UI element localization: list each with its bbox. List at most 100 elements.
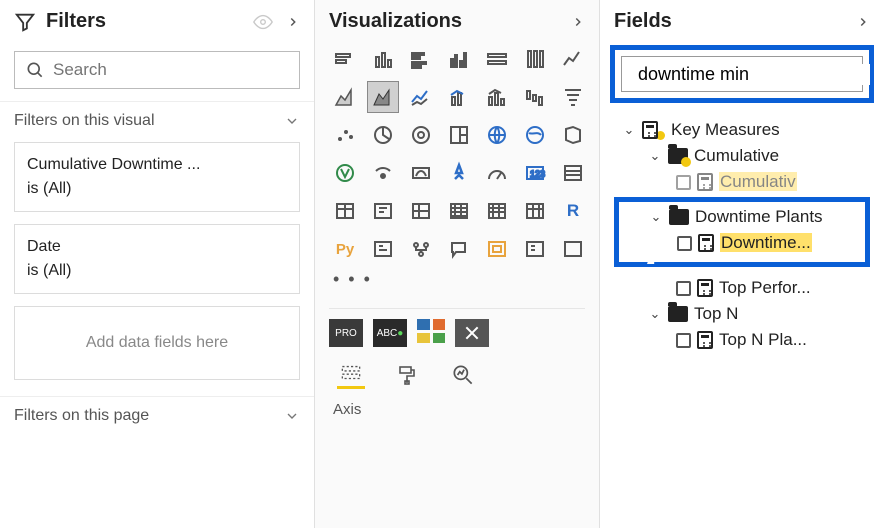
collapse-chevron-icon[interactable] — [286, 15, 300, 29]
table-icon[interactable] — [557, 157, 589, 189]
measure-icon — [697, 279, 713, 297]
power-apps-icon[interactable] — [367, 233, 399, 265]
button-icon[interactable] — [481, 233, 513, 265]
filters-search-input[interactable] — [53, 60, 289, 80]
tree-item-downtime[interactable]: Downtime... — [621, 230, 863, 256]
text-box-icon[interactable] — [443, 233, 475, 265]
axis-label: Axis — [315, 393, 599, 426]
node-label: Downtime... — [720, 233, 812, 253]
image-icon[interactable] — [557, 233, 589, 265]
smart-narrative-icon[interactable] — [481, 195, 513, 227]
filters-header: Filters — [0, 0, 314, 39]
funnel-chart-icon[interactable] — [557, 81, 589, 113]
area-chart-icon[interactable] — [329, 81, 361, 113]
card-icon[interactable] — [405, 157, 437, 189]
format-tool-row — [315, 347, 599, 393]
fields-tree: ⌄ Key Measures ⌄ Cumulative Cumulativ ⌄ … — [600, 113, 884, 353]
divider — [329, 308, 585, 309]
kpi-icon[interactable] — [481, 157, 513, 189]
hundred-stacked-column-icon[interactable] — [519, 43, 551, 75]
checkbox[interactable] — [676, 175, 691, 190]
checkbox[interactable] — [676, 281, 691, 296]
donut-icon[interactable] — [405, 119, 437, 151]
power-automate-icon[interactable] — [405, 233, 437, 265]
more-visuals-ellipsis[interactable]: • • • — [315, 265, 599, 294]
filter-card-value: is (All) — [27, 177, 287, 201]
gauge-icon[interactable] — [367, 157, 399, 189]
measure-table-icon — [642, 121, 658, 139]
shapes-icon[interactable] — [519, 233, 551, 265]
chevron-down-icon[interactable] — [284, 408, 300, 424]
funnel-icon — [14, 11, 36, 33]
paginated-report-icon[interactable] — [519, 195, 551, 227]
tree-node-downtime-plants[interactable]: ⌄ Downtime Plants — [621, 204, 863, 230]
filters-search[interactable] — [14, 51, 300, 89]
collapse-chevron-icon[interactable] — [571, 15, 585, 29]
tree-node-cumulative[interactable]: ⌄ Cumulative — [604, 143, 880, 169]
theme-pro-icon[interactable]: PRO — [329, 319, 363, 347]
hundred-stacked-bar-icon[interactable] — [481, 43, 513, 75]
filters-pane: Filters Filters on this visual Cumulativ… — [0, 0, 315, 528]
checkbox[interactable] — [676, 333, 691, 348]
node-label: Top N Pla... — [719, 330, 807, 350]
result-highlight-box: ⌄ Downtime Plants Downtime... — [614, 197, 870, 267]
checkbox[interactable] — [677, 236, 692, 251]
filled-map-icon[interactable] — [519, 119, 551, 151]
decomposition-tree-icon[interactable] — [367, 195, 399, 227]
tree-node-top-n[interactable]: ⌄ Top N — [604, 301, 880, 327]
matrix-icon[interactable] — [329, 195, 361, 227]
fields-search[interactable] — [621, 56, 863, 92]
tree-item[interactable]: Top N Pla... — [604, 327, 880, 353]
azure-map-icon[interactable] — [329, 157, 361, 189]
r-label: R — [567, 201, 579, 221]
folder-icon — [668, 306, 688, 322]
theme-abc-icon[interactable]: ABC● — [373, 319, 407, 347]
slicer-icon[interactable]: 123 — [519, 157, 551, 189]
filter-drop-zone[interactable]: Add data fields here — [14, 306, 300, 380]
fields-header: Fields — [600, 0, 884, 39]
section-visual-filters: Filters on this visual — [0, 101, 314, 136]
py-label: Py — [336, 241, 354, 258]
key-influencers-icon[interactable] — [405, 195, 437, 227]
waterfall-icon[interactable] — [519, 81, 551, 113]
r-visual-icon[interactable]: R — [557, 195, 589, 227]
analytics-magnifier-icon[interactable] — [449, 361, 477, 389]
measure-icon — [697, 331, 713, 349]
line-clustered-combo-icon[interactable] — [443, 81, 475, 113]
measure-icon — [698, 234, 714, 252]
collapse-chevron-icon[interactable] — [856, 15, 870, 29]
pie-icon[interactable] — [367, 119, 399, 151]
tree-item[interactable]: Top Perfor... — [604, 275, 880, 301]
filter-card-title: Date — [27, 235, 287, 259]
tree-item[interactable]: Cumulativ — [604, 169, 880, 195]
filter-card[interactable]: Cumulative Downtime ... is (All) — [14, 142, 300, 212]
clustered-column-icon[interactable] — [443, 43, 475, 75]
format-paint-roller-icon[interactable] — [393, 361, 421, 389]
treemap-icon[interactable] — [443, 119, 475, 151]
section-page-filters: Filters on this page — [0, 396, 314, 431]
ribbon-chart-icon[interactable] — [481, 81, 513, 113]
stacked-bar-icon[interactable] — [329, 43, 361, 75]
eye-icon[interactable] — [252, 11, 274, 33]
chevron-down-icon[interactable] — [284, 113, 300, 129]
fields-well-icon[interactable] — [337, 361, 365, 389]
stacked-column-icon[interactable] — [367, 43, 399, 75]
stacked-area-icon[interactable] — [367, 81, 399, 113]
line-chart-icon[interactable] — [557, 43, 589, 75]
line-stacked-combo-icon[interactable] — [405, 81, 437, 113]
filter-card[interactable]: Date is (All) — [14, 224, 300, 294]
chevron-down-icon: ⌄ — [648, 306, 662, 322]
shape-map-icon[interactable] — [557, 119, 589, 151]
theme-quad-icon[interactable] — [417, 319, 445, 343]
qa-visual-icon[interactable] — [443, 195, 475, 227]
python-visual-icon[interactable]: Py — [329, 233, 361, 265]
multi-row-card-icon[interactable] — [443, 157, 475, 189]
map-icon[interactable] — [481, 119, 513, 151]
fields-search-input[interactable] — [638, 64, 870, 85]
clustered-bar-icon[interactable] — [405, 43, 437, 75]
chevron-down-icon: ⌄ — [622, 122, 636, 138]
scatter-icon[interactable] — [329, 119, 361, 151]
tree-node-key-measures[interactable]: ⌄ Key Measures — [604, 117, 880, 143]
theme-x-icon[interactable] — [455, 319, 489, 347]
folder-icon — [669, 209, 689, 225]
